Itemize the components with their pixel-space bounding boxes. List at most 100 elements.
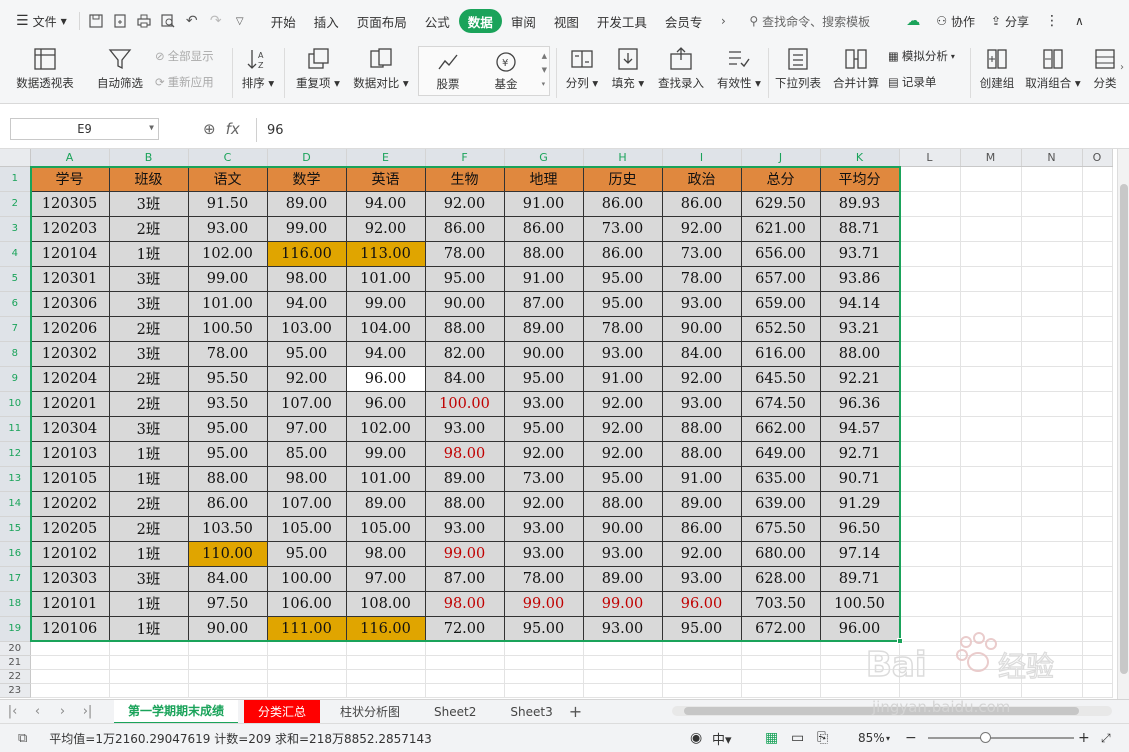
empty-cell[interactable] (1082, 669, 1113, 684)
data-cell[interactable]: 616.00 (740, 340, 821, 367)
data-cell[interactable]: 100.00 (266, 565, 347, 592)
empty-cell[interactable] (1082, 591, 1113, 617)
collaborate-button[interactable]: ⚇ 协作 (928, 7, 983, 35)
column-header-h[interactable]: H (583, 149, 663, 167)
data-cell[interactable]: 101.00 (187, 290, 268, 317)
empty-cell[interactable] (662, 655, 742, 670)
empty-cell[interactable] (899, 241, 961, 267)
select-all-corner[interactable] (0, 149, 31, 167)
row-header-10[interactable]: 10 (0, 391, 31, 417)
data-cell[interactable]: 86.00 (424, 215, 505, 242)
column-header-c[interactable]: C (188, 149, 268, 167)
empty-cell[interactable] (109, 655, 189, 670)
row-header-18[interactable]: 18 (0, 591, 31, 617)
data-cell[interactable]: 88.00 (187, 465, 268, 492)
empty-cell[interactable] (741, 655, 821, 670)
lookup-entry-button[interactable]: 查找录入 (654, 42, 708, 104)
sheet-tab-sheet3[interactable]: Sheet3 (496, 700, 566, 724)
data-cell[interactable]: 113.00 (345, 240, 426, 267)
data-cell[interactable]: 2班 (108, 365, 189, 392)
header-cell[interactable]: 政治 (661, 165, 742, 192)
show-all-button[interactable]: ⊘ 全部显示 (155, 48, 214, 64)
sheet-tab-sheet2[interactable]: Sheet2 (420, 700, 490, 724)
customize-icon[interactable]: ▽ (228, 9, 252, 33)
data-cell[interactable]: 659.00 (740, 290, 821, 317)
empty-cell[interactable] (960, 166, 1022, 192)
data-cell[interactable]: 120105 (29, 465, 110, 492)
data-cell[interactable]: 3班 (108, 565, 189, 592)
empty-cell[interactable] (1021, 316, 1083, 342)
data-cell[interactable]: 104.00 (345, 315, 426, 342)
empty-cell[interactable] (1021, 291, 1083, 317)
empty-cell[interactable] (960, 655, 1022, 670)
data-cell[interactable]: 92.00 (266, 365, 347, 392)
data-cell[interactable]: 99.00 (345, 290, 426, 317)
empty-cell[interactable] (1082, 441, 1113, 467)
empty-cell[interactable] (960, 316, 1022, 342)
ribbon-scroll-right[interactable]: › (1120, 62, 1129, 73)
data-cell[interactable]: 95.00 (661, 615, 742, 642)
column-header-i[interactable]: I (662, 149, 742, 167)
data-cell[interactable]: 99.00 (582, 590, 663, 617)
header-cell[interactable]: 数学 (266, 165, 347, 192)
data-cell[interactable]: 102.00 (345, 415, 426, 442)
duplicates-button[interactable]: 重复项 ▾ (292, 42, 344, 104)
data-cell[interactable]: 635.00 (740, 465, 821, 492)
data-cell[interactable]: 92.00 (582, 415, 663, 442)
data-cell[interactable]: 3班 (108, 190, 189, 217)
data-cell[interactable]: 1班 (108, 465, 189, 492)
column-header-g[interactable]: G (504, 149, 584, 167)
empty-cell[interactable] (899, 216, 961, 242)
empty-cell[interactable] (346, 641, 426, 656)
empty-cell[interactable] (1021, 241, 1083, 267)
data-cell[interactable]: 93.86 (819, 265, 900, 292)
data-cell[interactable]: 89.00 (503, 315, 584, 342)
tab-page-layout[interactable]: 页面布局 (348, 9, 416, 33)
empty-cell[interactable] (1082, 316, 1113, 342)
empty-cell[interactable] (425, 655, 505, 670)
empty-cell[interactable] (820, 655, 900, 670)
data-cell[interactable]: 120302 (29, 340, 110, 367)
data-cell[interactable]: 120306 (29, 290, 110, 317)
data-cell[interactable]: 85.00 (266, 440, 347, 467)
empty-cell[interactable] (960, 641, 1022, 656)
next-sheet-icon[interactable]: › (50, 704, 75, 719)
data-cell[interactable]: 86.00 (661, 515, 742, 542)
header-cell[interactable]: 英语 (345, 165, 426, 192)
data-cell[interactable]: 95.00 (187, 440, 268, 467)
row-header-22[interactable]: 22 (0, 669, 31, 684)
header-cell[interactable]: 生物 (424, 165, 505, 192)
data-cell[interactable]: 90.00 (424, 290, 505, 317)
data-cell[interactable]: 99.00 (503, 590, 584, 617)
row-header-11[interactable]: 11 (0, 416, 31, 442)
empty-cell[interactable] (741, 669, 821, 684)
empty-cell[interactable] (960, 416, 1022, 442)
header-cell[interactable]: 历史 (582, 165, 663, 192)
empty-cell[interactable] (267, 669, 347, 684)
empty-cell[interactable] (960, 441, 1022, 467)
add-sheet-icon[interactable]: + (569, 702, 582, 721)
data-cell[interactable]: 93.00 (661, 290, 742, 317)
data-cell[interactable]: 78.00 (503, 565, 584, 592)
empty-cell[interactable] (1021, 655, 1083, 670)
empty-cell[interactable] (1082, 516, 1113, 542)
data-cell[interactable]: 94.57 (819, 415, 900, 442)
empty-cell[interactable] (1082, 416, 1113, 442)
data-cell[interactable]: 120202 (29, 490, 110, 517)
empty-cell[interactable] (267, 683, 347, 698)
data-cell[interactable]: 89.71 (819, 565, 900, 592)
data-compare-button[interactable]: 数据对比 ▾ (350, 42, 412, 104)
data-cell[interactable]: 120301 (29, 265, 110, 292)
data-cell[interactable]: 96.50 (819, 515, 900, 542)
data-cell[interactable]: 116.00 (266, 240, 347, 267)
data-cell[interactable]: 106.00 (266, 590, 347, 617)
data-cell[interactable]: 86.00 (582, 240, 663, 267)
empty-cell[interactable] (1082, 241, 1113, 267)
data-cell[interactable]: 95.00 (582, 465, 663, 492)
empty-cell[interactable] (960, 241, 1022, 267)
row-header-12[interactable]: 12 (0, 441, 31, 467)
data-cell[interactable]: 92.71 (819, 440, 900, 467)
empty-cell[interactable] (1021, 341, 1083, 367)
data-cell[interactable]: 103.50 (187, 515, 268, 542)
data-cell[interactable]: 82.00 (424, 340, 505, 367)
